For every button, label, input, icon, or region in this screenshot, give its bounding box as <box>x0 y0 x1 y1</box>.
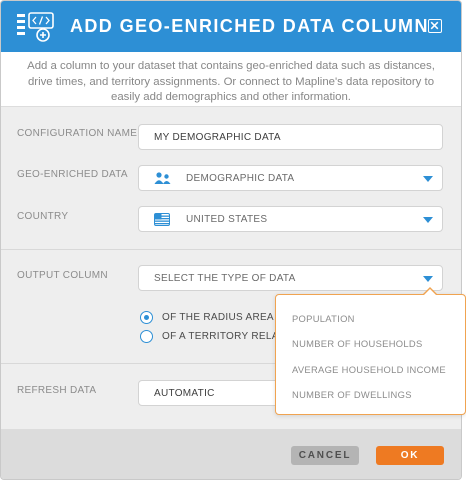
chevron-down-icon <box>423 176 433 182</box>
country-label: COUNTRY <box>17 211 69 222</box>
config-name-value: MY DEMOGRAPHIC DATA <box>154 132 281 143</box>
dropdown-option-dwellings[interactable]: NUMBER OF DWELLINGS <box>292 389 412 400</box>
dialog-title: ADD GEO-ENRICHED DATA COLUMN <box>70 16 429 36</box>
output-column-placeholder: SELECT THE TYPE OF DATA <box>154 273 296 284</box>
geo-data-label: GEO-ENRICHED DATA <box>17 169 128 180</box>
close-button[interactable] <box>428 19 442 33</box>
section-divider <box>1 249 461 250</box>
dialog-footer: CANCEL OK <box>1 429 461 479</box>
chevron-down-icon <box>423 217 433 223</box>
cancel-button[interactable]: CANCEL <box>291 446 359 465</box>
config-name-label: CONFIGURATION NAME <box>17 128 138 139</box>
chevron-down-icon <box>423 276 433 282</box>
refresh-data-label: REFRESH DATA <box>17 385 97 396</box>
geo-data-select[interactable]: DEMOGRAPHIC DATA <box>138 165 443 191</box>
geo-data-column-icon <box>17 12 54 42</box>
config-name-input[interactable]: MY DEMOGRAPHIC DATA <box>138 124 443 150</box>
dropdown-option-population[interactable]: POPULATION <box>292 313 355 324</box>
refresh-data-value: AUTOMATIC <box>154 388 215 399</box>
dialog-description: Add a column to your dataset that contai… <box>1 52 461 107</box>
dialog-header: ADD GEO-ENRICHED DATA COLUMN <box>1 1 461 52</box>
ok-button[interactable]: OK <box>376 446 444 465</box>
radio-button-selected[interactable] <box>140 311 153 324</box>
close-icon <box>430 21 439 30</box>
radio-territory-label: OF A TERRITORY RELA <box>162 331 279 342</box>
geo-data-value: DEMOGRAPHIC DATA <box>186 173 295 184</box>
dropdown-option-household-income[interactable]: AVERAGE HOUSEHOLD INCOME <box>292 364 446 375</box>
data-type-dropdown-menu: POPULATION NUMBER OF HOUSEHOLDS AVERAGE … <box>275 287 466 415</box>
output-column-label: OUTPUT COLUMN <box>17 270 108 281</box>
country-select[interactable]: UNITED STATES <box>138 206 443 232</box>
country-value: UNITED STATES <box>186 214 268 225</box>
output-column-select[interactable]: SELECT THE TYPE OF DATA <box>138 265 443 291</box>
radio-button[interactable] <box>140 330 153 343</box>
us-flag-icon <box>154 213 170 226</box>
dropdown-option-households[interactable]: NUMBER OF HOUSEHOLDS <box>292 338 423 349</box>
radio-radius-label: OF THE RADIUS AREA <box>162 312 274 323</box>
demographics-icon <box>154 172 171 184</box>
